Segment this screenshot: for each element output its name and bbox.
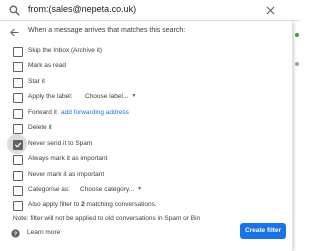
option-delete-it[interactable]: Delete it: [0, 122, 292, 136]
option-skip-inbox[interactable]: Skip the Inbox (Archive it): [0, 45, 292, 59]
checkbox[interactable]: [13, 201, 23, 211]
option-label: Star it: [28, 78, 45, 85]
checkbox[interactable]: [13, 47, 23, 57]
option-label: Mark as read: [28, 62, 66, 69]
panel-header-text: When a message arrives that matches this…: [28, 27, 186, 34]
checkbox[interactable]: [13, 93, 23, 103]
option-label: Never mark it as important: [28, 171, 105, 178]
search-input[interactable]: from:(sales@nepeta.co.uk): [28, 4, 136, 14]
back-arrow-icon[interactable]: [9, 27, 20, 38]
dropdown-caret-icon: ▼: [131, 93, 137, 99]
search-bar[interactable]: from:(sales@nepeta.co.uk): [0, 0, 300, 21]
check-icon: [15, 142, 22, 148]
create-filter-button[interactable]: Create filter: [240, 223, 286, 239]
checkbox[interactable]: [13, 155, 23, 165]
checkbox[interactable]: [13, 109, 23, 119]
option-label: Delete it: [28, 124, 52, 131]
checkbox-checked[interactable]: [13, 140, 23, 150]
option-forward-it[interactable]: Forward it add forwarding address: [0, 107, 292, 121]
option-never-spam[interactable]: Never send it to Spam: [0, 134, 292, 154]
dropdown-caret-icon: ▼: [137, 186, 143, 192]
option-label: Apply the label:: [28, 93, 73, 100]
option-never-important[interactable]: Never mark it as important: [0, 169, 292, 183]
status-dot-icon: [295, 33, 299, 37]
create-filter-panel: When a message arrives that matches this…: [0, 21, 293, 251]
checkbox[interactable]: [13, 124, 23, 134]
checkbox[interactable]: [13, 171, 23, 181]
checkbox[interactable]: [13, 62, 23, 72]
option-label: Forward it: [28, 109, 57, 116]
help-icon[interactable]: ?: [11, 229, 20, 238]
also-apply-prefix: Also apply filter to: [28, 201, 82, 208]
learn-more-link[interactable]: Learn more: [27, 229, 60, 236]
svg-text:?: ?: [14, 231, 18, 237]
panel-header: When a message arrives that matches this…: [0, 26, 292, 40]
also-apply-suffix: matching conversations.: [84, 201, 157, 208]
close-icon[interactable]: [264, 4, 277, 17]
label-select[interactable]: Choose label... ▼: [85, 93, 136, 100]
option-star-it[interactable]: Star it: [0, 76, 292, 90]
option-categorise[interactable]: Categorise as: Choose category... ▼: [0, 184, 292, 198]
status-dot-icon: [295, 62, 299, 66]
option-label: Skip the Inbox (Archive it): [28, 47, 103, 54]
option-label: Always mark it as important: [28, 155, 108, 162]
option-label: Also apply filter to 2 matching conversa…: [28, 201, 157, 208]
checkbox[interactable]: [13, 186, 23, 196]
category-select[interactable]: Choose category... ▼: [80, 186, 142, 193]
checkbox[interactable]: [13, 78, 23, 88]
option-mark-as-read[interactable]: Mark as read: [0, 60, 292, 74]
option-label: Categorise as:: [28, 186, 70, 193]
background-page-edge: [293, 21, 300, 251]
option-also-apply[interactable]: Also apply filter to 2 matching conversa…: [0, 199, 292, 213]
label-select-value: Choose label...: [85, 93, 129, 100]
option-apply-label[interactable]: Apply the label: Choose label... ▼: [0, 91, 292, 105]
option-always-important[interactable]: Always mark it as important: [0, 153, 292, 167]
filter-note: Note: filter will not be applied to old …: [13, 215, 201, 222]
add-forwarding-address-link[interactable]: add forwarding address: [61, 109, 129, 116]
option-label: Never send it to Spam: [28, 140, 93, 147]
search-icon[interactable]: [8, 4, 21, 17]
category-select-value: Choose category...: [80, 186, 135, 193]
